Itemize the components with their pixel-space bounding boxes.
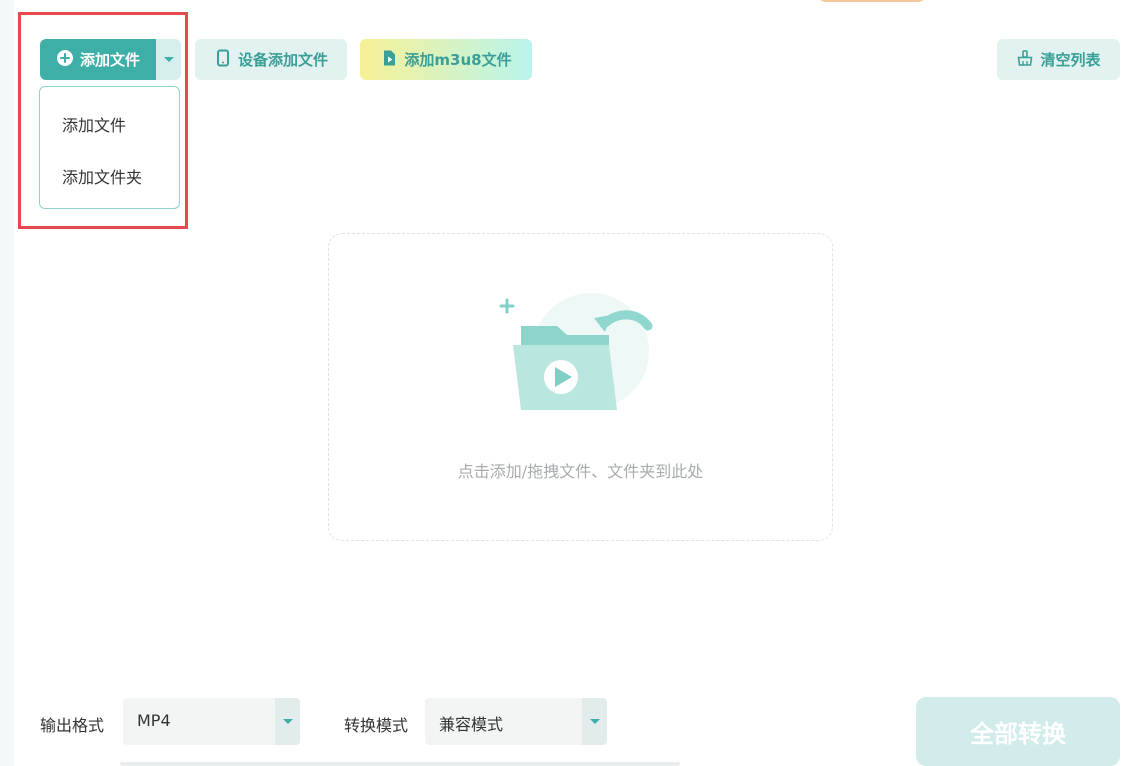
bottom-scroll-hint bbox=[120, 762, 680, 766]
clear-list-label: 清空列表 bbox=[1040, 51, 1101, 69]
output-format-label: 输出格式 bbox=[40, 716, 105, 735]
add-m3u8-button[interactable]: 添加m3u8文件 bbox=[360, 39, 532, 80]
drop-zone-hint: 点击添加/拖拽文件、文件夹到此处 bbox=[457, 462, 704, 481]
device-add-file-label: 设备添加文件 bbox=[237, 51, 328, 69]
convert-mode-value: 兼容模式 bbox=[439, 715, 504, 734]
left-edge bbox=[0, 0, 14, 766]
convert-mode-select[interactable]: 兼容模式 bbox=[425, 698, 607, 745]
convert-mode-label: 转换模式 bbox=[344, 716, 409, 735]
add-m3u8-label: 添加m3u8文件 bbox=[404, 51, 512, 69]
output-format-select[interactable]: MP4 bbox=[123, 698, 300, 745]
folder-video-icon bbox=[499, 293, 653, 410]
highlight-box bbox=[18, 12, 188, 229]
file-drop-zone[interactable]: 点击添加/拖拽文件、文件夹到此处 bbox=[328, 233, 833, 541]
clear-list-button[interactable]: 清空列表 bbox=[997, 39, 1120, 80]
top-badge bbox=[818, 0, 926, 2]
play-file-icon bbox=[380, 49, 398, 71]
caret-down-icon bbox=[589, 719, 600, 724]
device-add-file-button[interactable]: 设备添加文件 bbox=[195, 39, 347, 80]
convert-mode-arrow bbox=[582, 698, 607, 745]
broom-icon bbox=[1016, 49, 1034, 71]
output-format-arrow bbox=[275, 698, 300, 745]
output-format-value: MP4 bbox=[137, 711, 171, 730]
convert-all-button[interactable]: 全部转换 bbox=[916, 697, 1120, 766]
caret-down-icon bbox=[282, 719, 293, 724]
tablet-icon bbox=[214, 49, 232, 71]
